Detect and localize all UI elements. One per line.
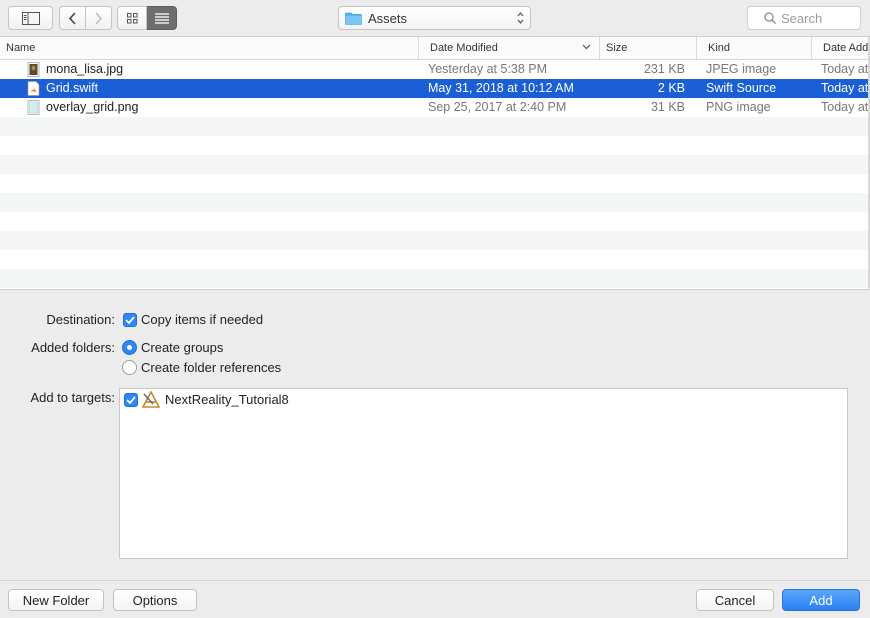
file-size: 231 KB	[643, 62, 685, 76]
sidebar-toggle-button[interactable]	[8, 6, 53, 30]
sidebar-icon	[21, 11, 40, 25]
file-row[interactable]: mona_lisa.jpg Yesterday at 5:38 PM 231 K…	[0, 60, 868, 79]
empty-row	[0, 250, 868, 269]
file-row-selected[interactable]: Grid.swift May 31, 2018 at 10:12 AM 2 KB…	[0, 79, 868, 98]
folder-icon	[345, 12, 362, 25]
search-field[interactable]: Search	[747, 6, 861, 30]
empty-row	[0, 193, 868, 212]
destination-label: Destination:	[46, 312, 115, 327]
column-header-kind[interactable]: Kind	[697, 37, 812, 59]
updown-chevron-icon	[517, 12, 524, 24]
file-name: Grid.swift	[46, 81, 99, 95]
empty-row	[0, 212, 868, 231]
jpeg-file-icon	[27, 62, 40, 77]
radio-dot	[127, 345, 132, 350]
search-icon	[764, 12, 776, 24]
list-icon	[154, 12, 169, 24]
file-rows: mona_lisa.jpg Yesterday at 5:38 PM 231 K…	[0, 60, 868, 288]
column-header-name[interactable]: Name	[0, 37, 419, 59]
targets-list: NextReality_Tutorial8	[119, 388, 848, 559]
file-name: overlay_grid.png	[46, 100, 139, 114]
swift-file-icon	[27, 81, 40, 96]
create-groups-label[interactable]: Create groups	[141, 340, 223, 355]
column-header-date-modified-label: Date Modified	[430, 42, 498, 54]
create-groups-radio[interactable]	[122, 340, 137, 355]
column-header-date-modified[interactable]: Date Modified	[419, 37, 600, 59]
chevron-down-icon	[582, 44, 591, 50]
options-panel: Destination: Copy items if needed Added …	[0, 290, 870, 580]
checkmark-icon	[125, 316, 135, 324]
back-forward-group	[59, 6, 112, 30]
dialog-footer: New Folder Options Cancel Add	[0, 580, 870, 618]
view-mode-group	[117, 6, 177, 30]
target-checkbox[interactable]	[124, 393, 138, 407]
back-button[interactable]	[59, 6, 86, 30]
file-date-modified: May 31, 2018 at 10:12 AM	[428, 81, 574, 95]
chevron-right-icon	[95, 11, 102, 25]
column-header-size[interactable]: Size	[600, 37, 697, 59]
empty-row	[0, 231, 868, 250]
target-name: NextReality_Tutorial8	[165, 392, 289, 407]
add-button[interactable]: Add	[782, 589, 860, 611]
empty-row	[0, 174, 868, 193]
copy-items-label[interactable]: Copy items if needed	[141, 312, 263, 327]
file-size: 31 KB	[650, 100, 685, 114]
location-label: Assets	[368, 10, 408, 26]
empty-row	[0, 117, 868, 136]
create-folder-references-radio[interactable]	[122, 360, 137, 375]
chevron-left-icon	[68, 11, 76, 25]
new-folder-button[interactable]: New Folder	[8, 589, 104, 611]
file-kind: PNG image	[706, 100, 771, 114]
cancel-button[interactable]: Cancel	[696, 589, 774, 611]
location-popup[interactable]: Assets	[338, 6, 531, 30]
create-folder-references-label[interactable]: Create folder references	[141, 360, 281, 375]
checkmark-icon	[126, 396, 136, 404]
added-folders-label: Added folders:	[31, 340, 115, 355]
toolbar: Assets Search	[0, 0, 870, 37]
empty-row	[0, 269, 868, 288]
file-size: 2 KB	[657, 81, 685, 95]
column-header-date-added[interactable]: Date Add	[812, 37, 868, 59]
search-placeholder: Search	[781, 10, 823, 26]
copy-items-checkbox[interactable]	[123, 313, 137, 327]
add-to-targets-label: Add to targets:	[30, 390, 115, 405]
column-header-row: Name Date Modified Size Kind Date Add	[0, 37, 868, 60]
file-date-added: Today at	[821, 62, 868, 76]
empty-row	[0, 155, 868, 174]
list-view-button[interactable]	[147, 6, 177, 30]
file-kind: Swift Source	[706, 81, 777, 95]
target-row[interactable]: NextReality_Tutorial8	[120, 389, 847, 411]
file-date-modified: Sep 25, 2017 at 2:40 PM	[428, 100, 567, 114]
file-row[interactable]: overlay_grid.png Sep 25, 2017 at 2:40 PM…	[0, 98, 868, 117]
forward-button[interactable]	[85, 6, 112, 30]
empty-row	[0, 136, 868, 155]
file-date-modified: Yesterday at 5:38 PM	[428, 62, 548, 76]
xcode-app-icon	[142, 391, 160, 408]
file-date-added: Today at	[821, 81, 868, 95]
file-kind: JPEG image	[706, 62, 777, 76]
file-date-added: Today at	[821, 100, 868, 114]
file-name: mona_lisa.jpg	[46, 62, 124, 76]
grid-icon	[126, 12, 137, 23]
icon-view-button[interactable]	[117, 6, 147, 30]
png-file-icon	[27, 100, 40, 115]
file-list: Name Date Modified Size Kind Date Add mo…	[0, 37, 868, 290]
options-button[interactable]: Options	[113, 589, 197, 611]
